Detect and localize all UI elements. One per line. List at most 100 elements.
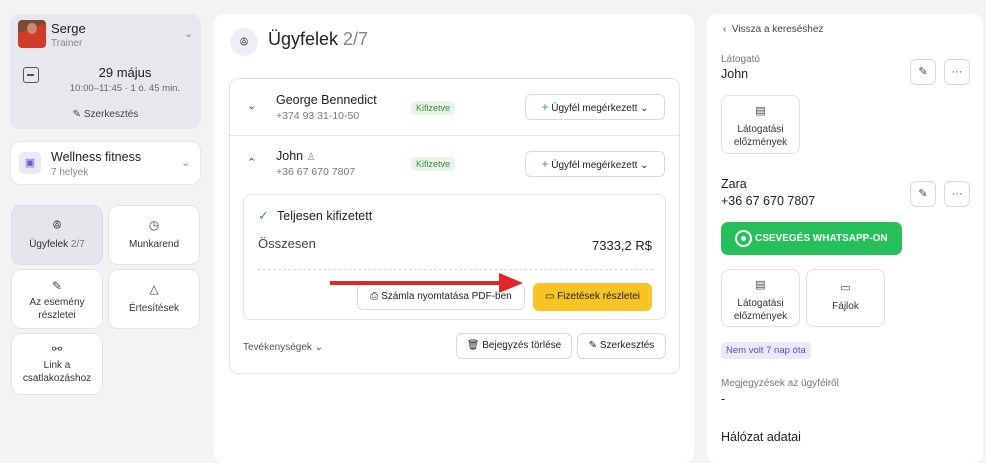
tab-customers[interactable]: ꔮ Ügyfelek 2/7 [11,205,103,265]
customers-panel: ꔮ Ügyfelek 2/7 ⌄ George Bennedict +374 9… [214,14,694,463]
arrived-dropdown-button[interactable]: + Ügyfél megérkezett ⌄ [525,151,665,177]
chevron-down-icon: ⌄ [181,157,191,169]
files-button[interactable]: ▭ Fájlok [806,269,885,327]
printer-icon: ⎙ [370,291,379,302]
more-options-button[interactable]: ··· [944,59,970,85]
delete-entry-button[interactable]: 🗑 Bejegyzés törlése [456,333,572,359]
trainer-name: Serge [51,21,86,36]
arrived-label: Ügyfél megérkezett [551,160,638,171]
delete-entry-label: Bejegyzés törlése [482,340,562,351]
chevron-down-icon[interactable]: ⌄ [247,99,256,112]
back-to-search-link[interactable]: ‹ Vissza a kereséshez [723,24,823,35]
notes-value: - [721,392,726,406]
folder-icon: ▭ [544,291,555,302]
plus-icon: + [541,100,549,114]
users-icon: ꔮ [52,218,62,232]
total-label: Összesen [258,236,316,251]
chevron-down-icon: ⌄ [640,103,649,114]
activities-toggle[interactable]: Tevékenységek ⌄ [243,342,323,353]
clock-icon: ◷ [148,218,160,232]
visitor-label: Látogató [721,54,760,65]
visit-history-button[interactable]: ▤ Látogatási előzmények [721,95,800,154]
tab-notifications-label: Értesítések [128,303,180,314]
customer-phone: +374 93 31-10-50 [276,110,360,122]
tab-customers-label: Ügyfelek [29,239,69,250]
users-icon: ꔮ [230,28,258,56]
customer-name: George Bennedict [276,93,377,107]
edit-client-button[interactable]: ✎ [910,181,936,207]
person-icon: ♙ [306,152,316,163]
customer-name-text: John [276,149,304,163]
status-badge: Nem volt 7 nap óta [721,342,811,359]
chevron-down-icon[interactable]: ⌄ [184,27,193,40]
trash-icon: 🗑 [466,340,480,351]
payment-details-button[interactable]: ▭ Fizetések részletei [533,283,652,311]
tab-notifications[interactable]: △ Értesítések [108,269,200,329]
pencil-icon: ✎ [918,66,928,78]
edit-entry-button[interactable]: ✎ Szerkesztés [577,333,666,359]
customer-list: ⌄ George Bennedict +374 93 31-10-50 Kifi… [229,78,680,374]
arrived-label: Ügyfél megérkezett [551,103,638,114]
annotation-arrowhead [499,273,523,293]
tab-join-link[interactable]: ⚯ Link a csatlakozáshoz [11,333,103,395]
tab-join-link-label: Link a csatlakozáshoz [22,360,92,384]
activities-label: Tevékenységek [243,342,312,353]
link-icon: ⚯ [51,342,63,356]
pencil-icon: ✎ [72,109,82,120]
check-icon: ✓ [258,208,269,223]
arrived-dropdown-button[interactable]: + Ügyfél megérkezett ⌄ [525,94,665,120]
print-invoice-label: Számla nyomtatása PDF-ben [381,291,512,302]
venue-capacity: 7 helyek [51,167,89,178]
notes-label: Megjegyzések az ügyfélről [721,378,839,389]
tab-schedule-label: Munkarend [128,239,180,250]
venue-icon: ▣ [19,152,41,174]
edit-entry-label: Szerkesztés [599,340,655,351]
tab-event-details[interactable]: ✎ Az esemény részletei [11,269,103,329]
page-title: Ügyfelek 2/7 [268,29,368,50]
total-value: 7333,2 R$ [592,238,652,253]
edit-visitor-button[interactable]: ✎ [910,59,936,85]
chevron-up-icon[interactable]: ⌃ [247,156,256,169]
tab-event-details-label: Az esemény részletei [29,297,85,321]
customer-detail-panel: ‹ Vissza a kereséshez Látogató John ✎ ··… [707,14,983,463]
folder-icon: ▭ [840,282,851,294]
visit-history-label: Látogatási előzmények [733,124,788,148]
list-item[interactable]: ⌃ John ♙ +36 67 670 7807 Kifizetve + Ügy… [230,136,679,190]
more-icon: ··· [951,188,963,200]
profile-card[interactable]: Serge Trainer ⌄ 29 május 10:00–11:45 · 1… [10,14,201,129]
client-name: Zara [721,177,747,191]
bell-icon: △ [149,282,159,296]
chevron-down-icon: ⌄ [640,160,649,171]
chevron-down-icon: ⌄ [314,342,324,353]
payment-summary: ✓ Teljesen kifizetett Összesen 7333,2 R$… [243,194,666,320]
status-badge: Kifizetve [411,157,456,171]
history-icon: ▤ [755,279,766,291]
plus-icon: + [541,157,549,171]
status-badge: Kifizetve [411,101,456,115]
pencil-icon: ✎ [918,188,928,200]
list-item[interactable]: ⌄ George Bennedict +374 93 31-10-50 Kifi… [230,79,679,135]
venue-name: Wellness fitness [51,150,142,164]
whatsapp-chat-button[interactable]: CSEVEGÉS WHATSAPP-ON [721,222,902,255]
more-icon: ··· [951,66,963,78]
files-label: Fájlok [832,301,859,312]
customer-phone: +36 67 670 7807 [276,166,356,178]
client-phone: +36 67 670 7807 [721,194,816,208]
annotation-arrow [330,281,506,285]
edit-event-link[interactable]: ✎ Szerkesztés [10,109,201,120]
tab-schedule[interactable]: ◷ Munkarend [108,205,200,265]
edit-event-label: Szerkesztés [83,109,139,120]
network-section-title: Hálózat adatai [721,430,801,444]
visit-history-button[interactable]: ▤ Látogatási előzmények [721,269,800,327]
divider [258,269,653,270]
pencil-icon: ✎ [588,340,598,351]
whatsapp-icon [735,230,752,247]
visitor-name: John [721,67,749,81]
more-options-button[interactable]: ··· [944,181,970,207]
avatar [18,20,46,48]
venue-selector[interactable]: ▣ Wellness fitness 7 helyek ⌄ [10,141,201,185]
trainer-role: Trainer [51,38,83,49]
tab-customers-count: 2/7 [70,239,85,250]
event-time: 10:00–11:45 · 1 ó. 45 min. [69,83,181,94]
edit-doc-icon: ✎ [51,279,63,293]
